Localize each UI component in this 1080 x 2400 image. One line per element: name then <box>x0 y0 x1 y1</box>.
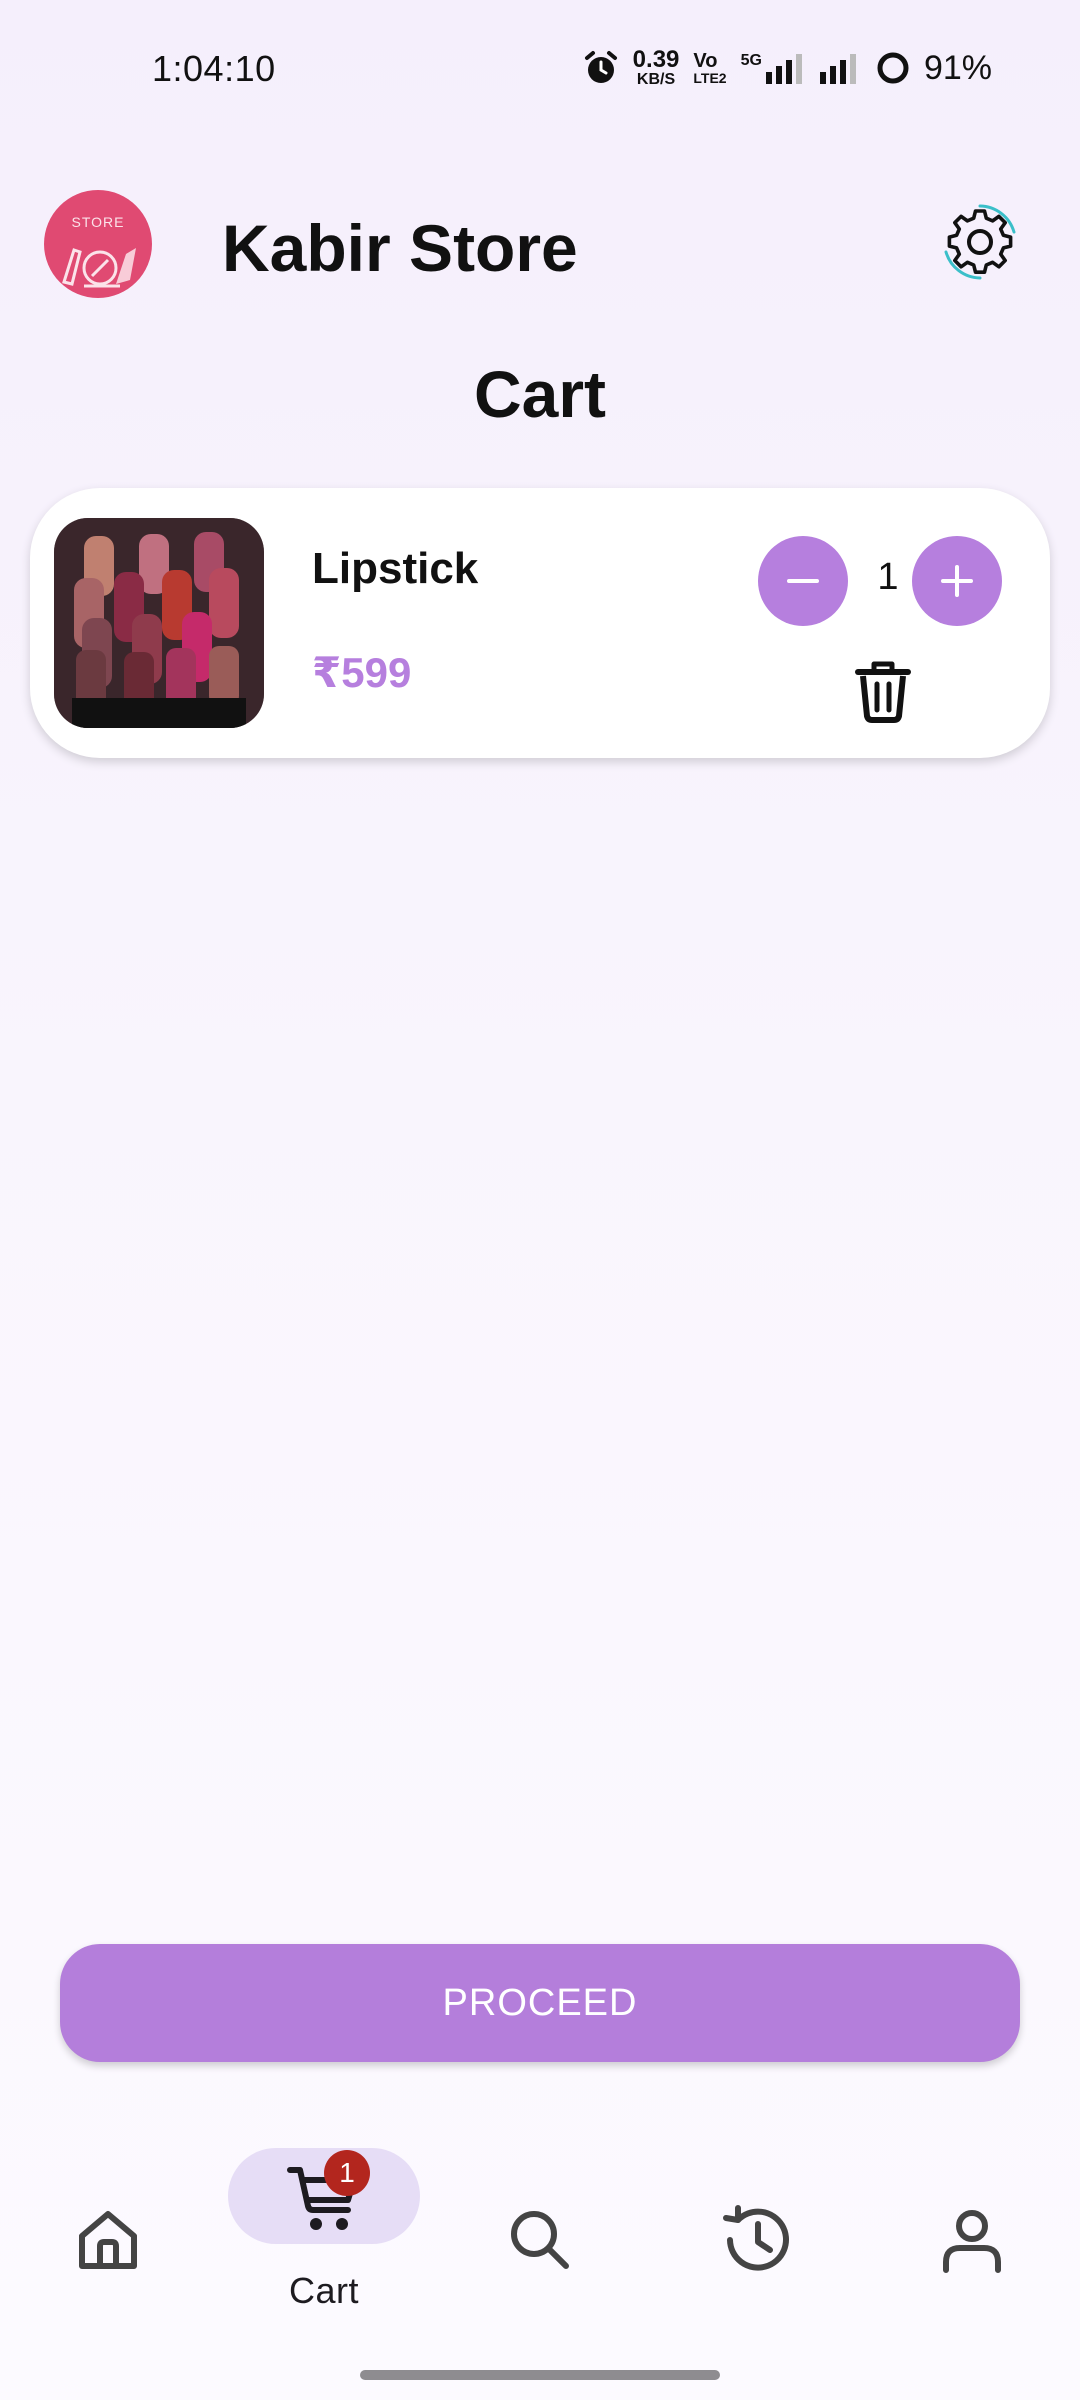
nav-history[interactable] <box>716 2200 796 2280</box>
cosmetics-logo-art <box>62 248 136 288</box>
net-speed-value: 0.39 <box>632 46 680 73</box>
volte-top: Vo <box>693 50 718 72</box>
profile-icon <box>943 2210 1001 2273</box>
status-icons: 0.39 KB/S Vo LTE2 5G 91% <box>583 48 992 88</box>
cart-count-badge: 1 <box>324 2150 370 2196</box>
proceed-button[interactable]: PROCEED <box>60 1944 1020 2062</box>
nav-search[interactable] <box>500 2200 580 2280</box>
minus-icon <box>787 579 819 583</box>
increase-quantity-button[interactable] <box>912 536 1002 626</box>
volte-indicator: Vo LTE2 <box>693 51 726 85</box>
volte-bottom: LTE2 <box>693 70 727 86</box>
delete-item-button[interactable] <box>848 656 918 726</box>
status-bar: 1:04:10 0.39 KB/S Vo LTE2 5G 91% <box>0 0 1080 140</box>
search-icon <box>511 2211 569 2269</box>
network-type: 5G <box>740 52 762 69</box>
nav-profile[interactable] <box>932 2200 1012 2280</box>
net-speed-unit: KB/S <box>636 71 676 88</box>
gear-icon <box>944 204 1016 280</box>
signal-5g-icon: 5G <box>741 52 804 84</box>
app-header: STORE Kabir Store <box>0 188 1080 300</box>
home-icon <box>79 2211 137 2269</box>
product-image[interactable] <box>54 518 264 728</box>
bottom-navigation: 1 Cart <box>0 2130 1080 2330</box>
signal-icon <box>818 52 862 84</box>
history-icon <box>723 2205 789 2271</box>
battery-level: 91% <box>923 48 992 87</box>
quantity-value: 1 <box>877 556 899 598</box>
nav-home[interactable] <box>68 2200 148 2280</box>
product-name: Lipstick <box>312 544 479 593</box>
plus-icon <box>941 565 973 597</box>
store-logo[interactable]: STORE <box>44 190 152 298</box>
page-title: Cart <box>473 357 607 431</box>
settings-button[interactable] <box>940 202 1020 282</box>
home-indicator[interactable] <box>360 2370 720 2380</box>
store-name: Kabir Store <box>222 211 578 285</box>
nav-cart-label: Cart <box>288 2270 359 2311</box>
product-price: ₹599 <box>312 649 412 696</box>
status-time: 1:04:10 <box>152 48 276 89</box>
net-speed: 0.39 KB/S <box>633 48 680 88</box>
battery-icon <box>876 51 910 85</box>
trash-icon <box>855 661 911 723</box>
decrease-quantity-button[interactable] <box>758 536 848 626</box>
alarm-icon <box>583 50 619 86</box>
cart-item-card: Lipstick ₹599 1 <box>30 488 1050 758</box>
lipstick-photo <box>54 518 264 728</box>
